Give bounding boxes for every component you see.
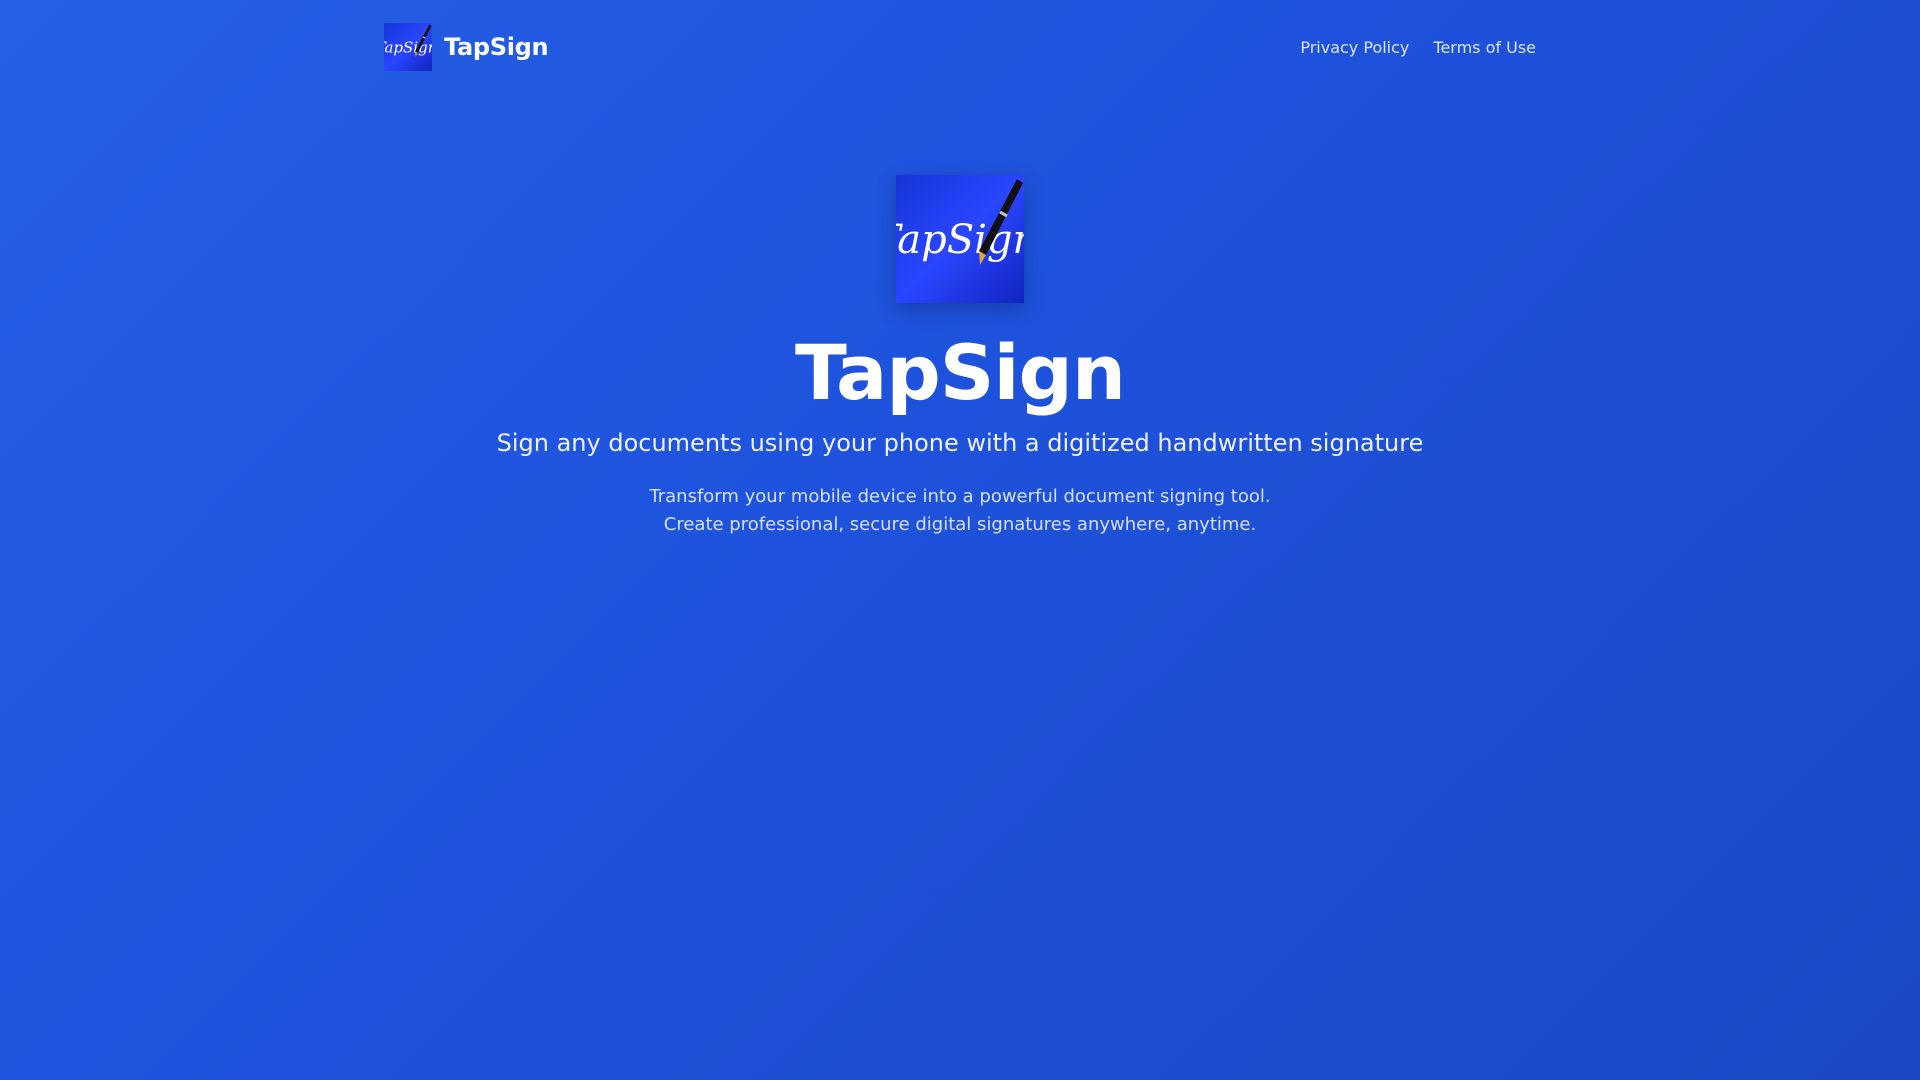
hero-section: TapSign TapSign Sign any documents using… bbox=[0, 175, 1920, 539]
header-nav: Privacy Policy Terms of Use bbox=[1300, 38, 1536, 57]
hero-logo-icon: TapSign bbox=[896, 175, 1024, 303]
site-header: TapSign TapSign Privacy Policy Terms of … bbox=[384, 23, 1536, 71]
hero-description: Transform your mobile device into a powe… bbox=[649, 486, 1271, 535]
nav-link-privacy-policy[interactable]: Privacy Policy bbox=[1300, 38, 1409, 57]
hero-title: TapSign bbox=[794, 328, 1126, 417]
brand-name: TapSign bbox=[444, 33, 549, 61]
svg-text:TapSign: TapSign bbox=[896, 217, 1024, 263]
app-logo-icon: TapSign bbox=[384, 23, 432, 71]
nav-link-terms-of-use[interactable]: Terms of Use bbox=[1433, 38, 1536, 57]
brand-home-link[interactable]: TapSign TapSign bbox=[384, 23, 549, 71]
hero-tagline: Sign any documents using your phone with… bbox=[496, 429, 1424, 457]
svg-text:TapSign: TapSign bbox=[384, 38, 432, 56]
